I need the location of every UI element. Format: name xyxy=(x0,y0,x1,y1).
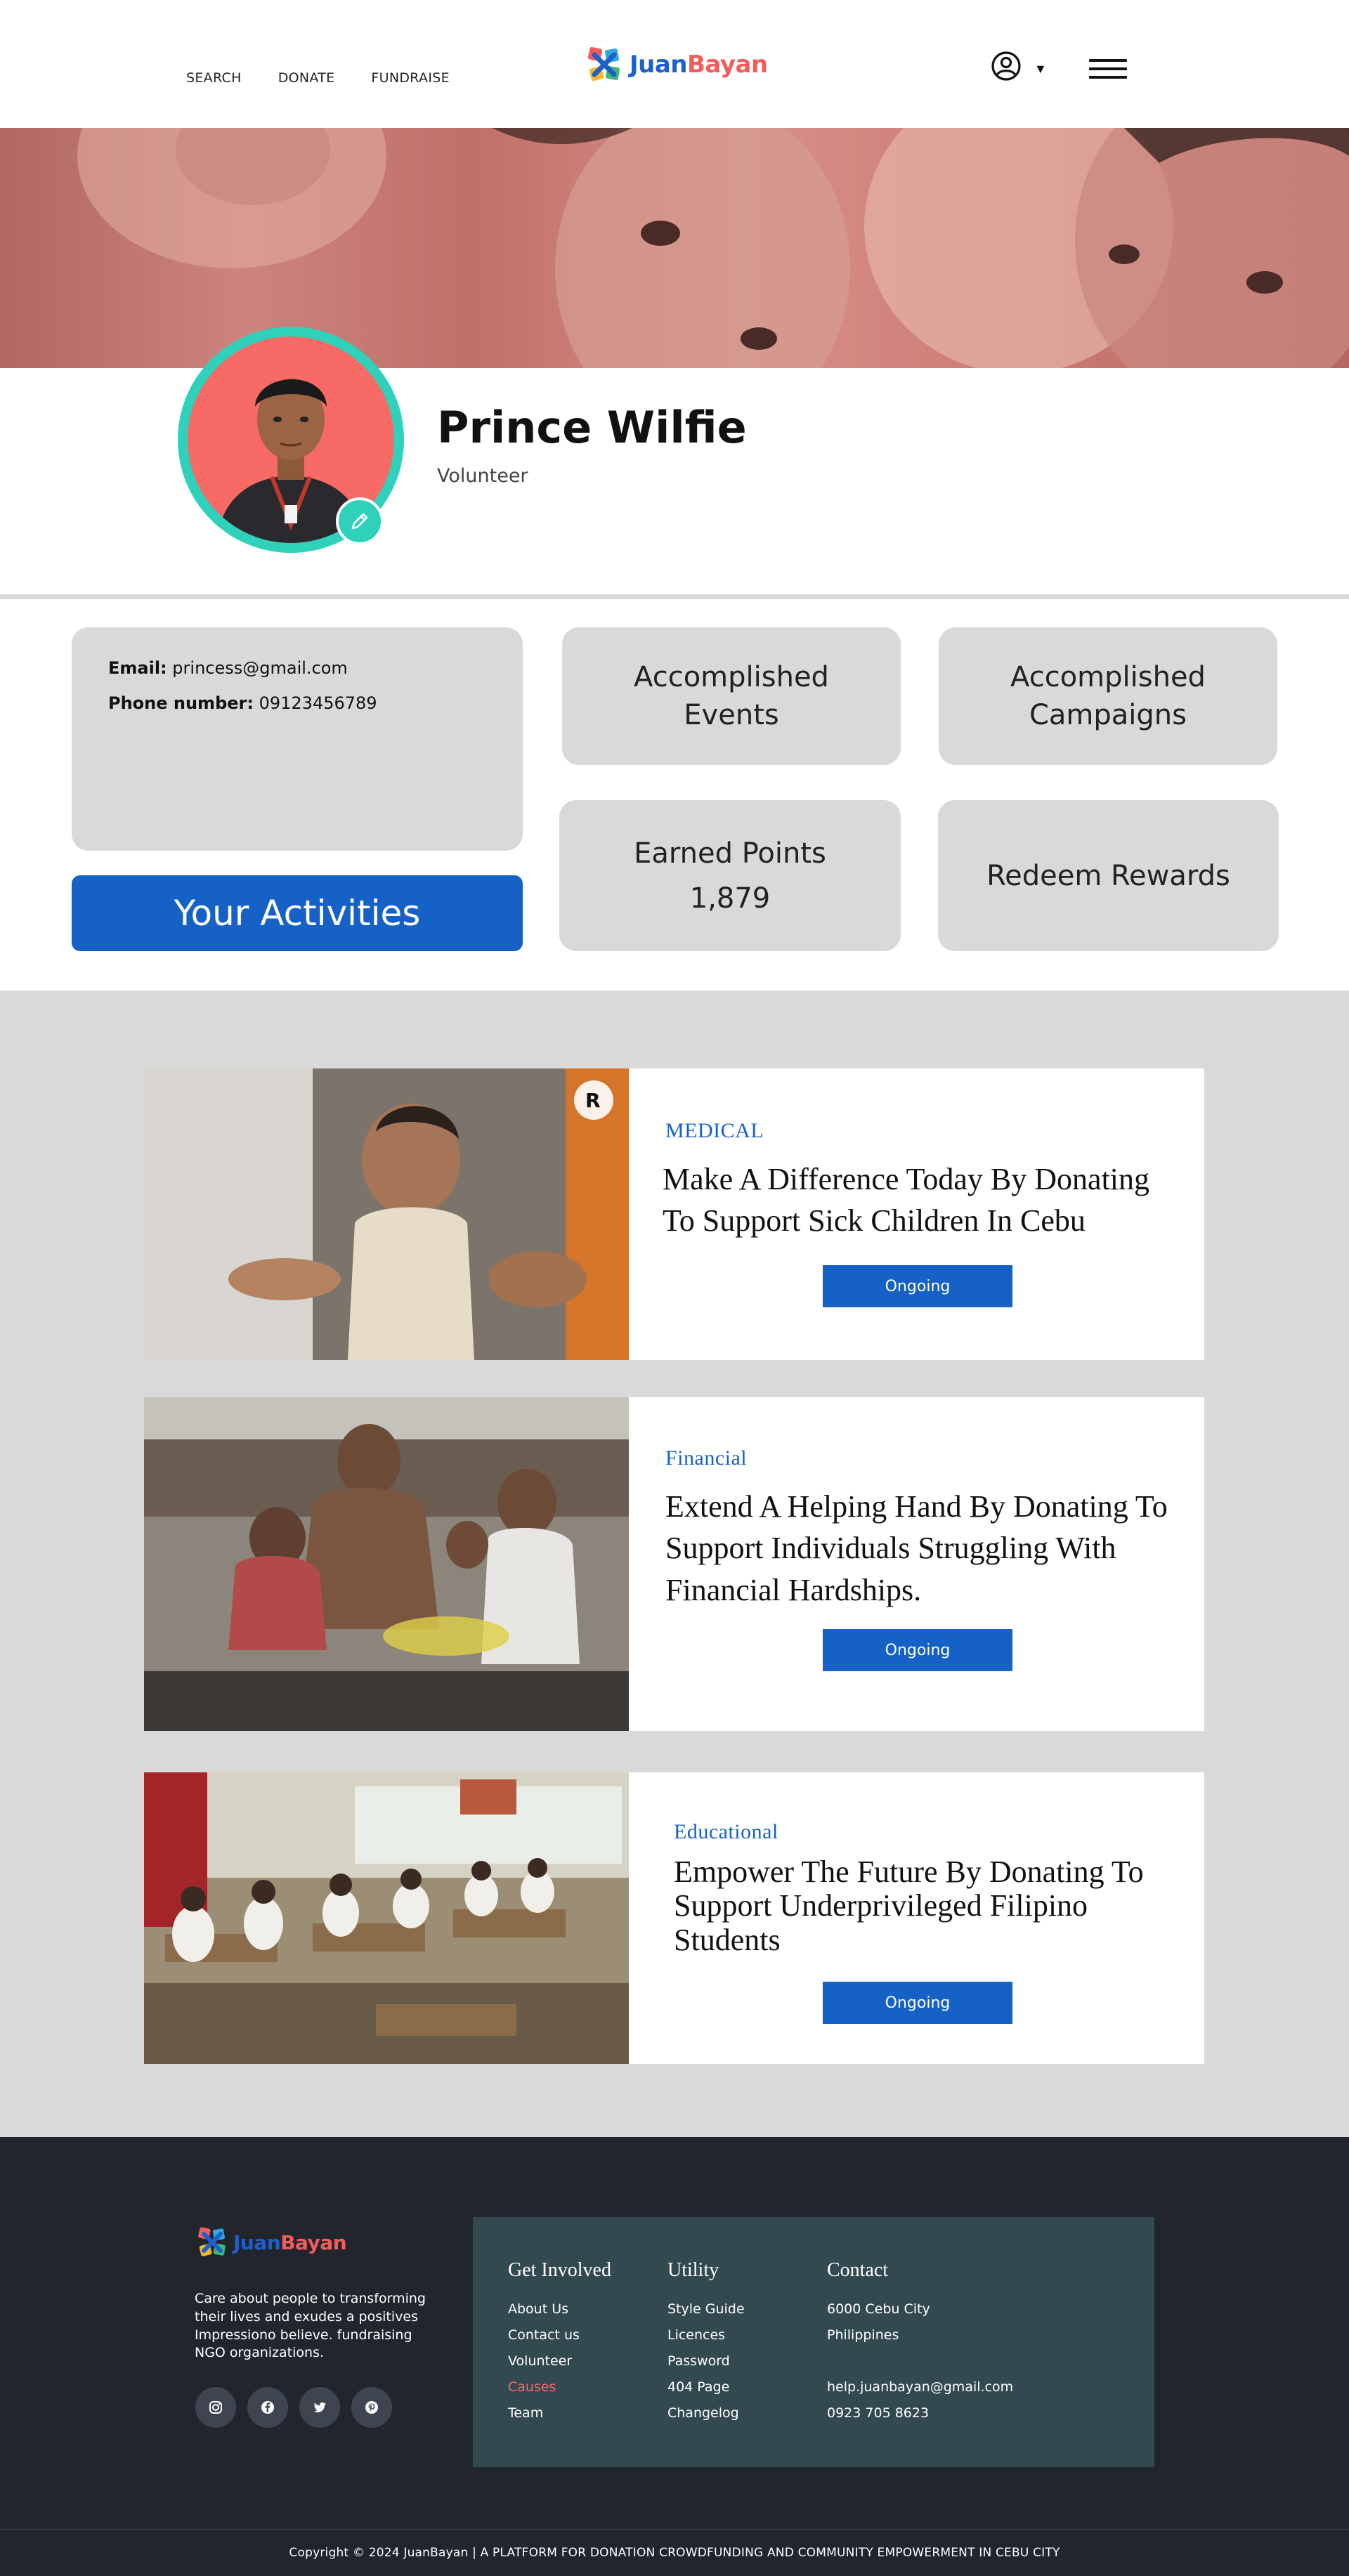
campaigns-label-line2: Campaigns xyxy=(1029,699,1187,731)
your-activities-button[interactable]: Your Activities xyxy=(72,875,523,951)
footer-contact-email[interactable]: help.juanbayan@gmail.com xyxy=(827,2379,1013,2405)
cause-category: MEDICAL xyxy=(665,1119,764,1142)
twitter-icon[interactable] xyxy=(299,2387,340,2428)
footer-contact-city: 6000 Cebu City xyxy=(827,2301,930,2317)
caret-down-icon[interactable]: ▼ xyxy=(1034,62,1047,77)
phone-label: Phone number: xyxy=(108,693,254,713)
phone-line: Phone number: 09123456789 xyxy=(108,693,486,713)
accomplished-campaigns-card[interactable]: Accomplished Campaigns xyxy=(939,627,1277,765)
cause-category: Educational xyxy=(674,1820,778,1843)
pinterest-icon[interactable] xyxy=(351,2387,392,2428)
cause-image-educational xyxy=(144,1772,629,2064)
cause-image-medical: R xyxy=(144,1068,629,1360)
cause-body: Educational Empower The Future By Donati… xyxy=(629,1772,1204,2064)
email-label: Email: xyxy=(108,658,167,678)
brand-wordmark: JuanBayan xyxy=(630,51,768,79)
points-label: Earned Points xyxy=(634,837,826,870)
footer-contact-country: Philippines xyxy=(827,2327,899,2343)
account-menu[interactable]: ▼ xyxy=(991,51,1047,81)
cause-status-button[interactable]: Ongoing xyxy=(823,1982,1012,2024)
footer-about-text: Care about people to transforming their … xyxy=(195,2291,426,2361)
brand-word-juan: Juan xyxy=(630,51,688,79)
footer-link-changelog[interactable]: Changelog xyxy=(667,2405,745,2431)
hamburger-menu-icon[interactable] xyxy=(1089,59,1127,81)
cause-title[interactable]: Empower The Future By Donating To Suppor… xyxy=(674,1855,1194,1957)
points-value: 1,879 xyxy=(689,882,771,915)
footer-divider xyxy=(0,2529,1349,2530)
footer-link-volunteer[interactable]: Volunteer xyxy=(508,2353,611,2379)
main-nav: SEARCH DONATE FUNDRAISE xyxy=(186,70,450,86)
profile-name: Prince Wilfie xyxy=(437,402,747,453)
accomplished-events-card[interactable]: Accomplished Events xyxy=(562,627,901,765)
phone-value: 09123456789 xyxy=(259,693,377,713)
copyright-text: Copyright © 2024 JuanBayan | A PLATFORM … xyxy=(289,2546,1060,2560)
cause-image-financial xyxy=(144,1397,629,1731)
email-line: Email: princess@gmail.com xyxy=(108,658,486,678)
profile-role: Volunteer xyxy=(437,465,528,487)
footer-links-panel: Get Involved About Us Contact us Volunte… xyxy=(473,2217,1154,2467)
edit-avatar-button[interactable] xyxy=(336,497,384,545)
footer-heading: Get Involved xyxy=(508,2259,611,2281)
footer-link-licences[interactable]: Licences xyxy=(667,2327,745,2353)
footer-col-get-involved: Get Involved About Us Contact us Volunte… xyxy=(508,2259,611,2431)
cause-status-button[interactable]: Ongoing xyxy=(823,1265,1012,1307)
footer-link-causes[interactable]: Causes xyxy=(508,2379,611,2405)
footer-brand-wordmark: JuanBayan xyxy=(233,2230,347,2254)
footer-link-about-us[interactable]: About Us xyxy=(508,2301,611,2327)
cause-card[interactable]: Financial Extend A Helping Hand By Donat… xyxy=(144,1397,1204,1731)
cause-body: Financial Extend A Helping Hand By Donat… xyxy=(629,1397,1204,1731)
social-links xyxy=(195,2387,392,2428)
brand-word-bayan: Bayan xyxy=(280,2230,347,2254)
campaigns-label-line1: Accomplished xyxy=(1010,661,1206,693)
email-value: princess@gmail.com xyxy=(172,658,348,678)
cause-category: Financial xyxy=(665,1446,748,1470)
facebook-icon[interactable] xyxy=(247,2387,288,2428)
footer-col-contact: Contact 6000 Cebu City Philippines help.… xyxy=(827,2259,1013,2431)
events-label-line1: Accomplished xyxy=(634,661,829,693)
cause-title[interactable]: Make A Difference Today By Donating To S… xyxy=(663,1158,1182,1242)
section-divider xyxy=(0,594,1349,599)
footer-link-404-page[interactable]: 404 Page xyxy=(667,2379,745,2405)
footer-link-contact-us[interactable]: Contact us xyxy=(508,2327,611,2353)
brand-word-juan: Juan xyxy=(233,2230,281,2254)
footer-brand-logo[interactable]: JuanBayan xyxy=(195,2225,347,2259)
cause-card[interactable]: Educational Empower The Future By Donati… xyxy=(144,1772,1204,2064)
redeem-rewards-label: Redeem Rewards xyxy=(986,859,1230,892)
logo-mark-icon xyxy=(198,2227,226,2256)
profile-banner-image xyxy=(0,128,1349,368)
brand-word-bayan: Bayan xyxy=(687,51,768,79)
footer-link-style-guide[interactable]: Style Guide xyxy=(667,2301,745,2327)
nav-donate-link[interactable]: DONATE xyxy=(278,70,335,86)
nav-search-link[interactable]: SEARCH xyxy=(186,70,242,86)
cause-card[interactable]: R MEDICAL Make A Difference Today By Don… xyxy=(144,1068,1204,1360)
nav-fundraise-link[interactable]: FUNDRAISE xyxy=(371,70,449,86)
cause-title[interactable]: Extend A Helping Hand By Donating To Sup… xyxy=(665,1486,1199,1611)
footer-heading: Contact xyxy=(827,2259,889,2281)
cause-body: MEDICAL Make A Difference Today By Donat… xyxy=(629,1068,1204,1360)
footer-heading: Utility xyxy=(667,2259,719,2281)
svg-text:R: R xyxy=(585,1089,601,1112)
footer-link-password[interactable]: Password xyxy=(667,2353,745,2379)
pencil-icon xyxy=(351,513,368,530)
earned-points-card[interactable]: Earned Points 1,879 xyxy=(559,800,901,951)
footer-link-team[interactable]: Team xyxy=(508,2405,611,2431)
footer-col-utility: Utility Style Guide Licences Password 40… xyxy=(667,2259,745,2431)
cause-status-button[interactable]: Ongoing xyxy=(823,1629,1012,1671)
brand-logo[interactable]: JuanBayan xyxy=(585,45,768,84)
contact-info-card: Email: princess@gmail.com Phone number: … xyxy=(72,627,523,851)
site-header: SEARCH DONATE FUNDRAISE JuanBayan ▼ xyxy=(0,0,1349,128)
footer-contact-phone: 0923 705 8623 xyxy=(827,2405,930,2421)
instagram-icon[interactable] xyxy=(195,2387,236,2428)
redeem-rewards-card[interactable]: Redeem Rewards xyxy=(938,800,1279,951)
banner-children-photo xyxy=(77,128,1349,368)
user-circle-icon[interactable] xyxy=(991,51,1022,81)
events-label-line2: Events xyxy=(684,699,779,731)
logo-mark-icon xyxy=(587,46,620,81)
